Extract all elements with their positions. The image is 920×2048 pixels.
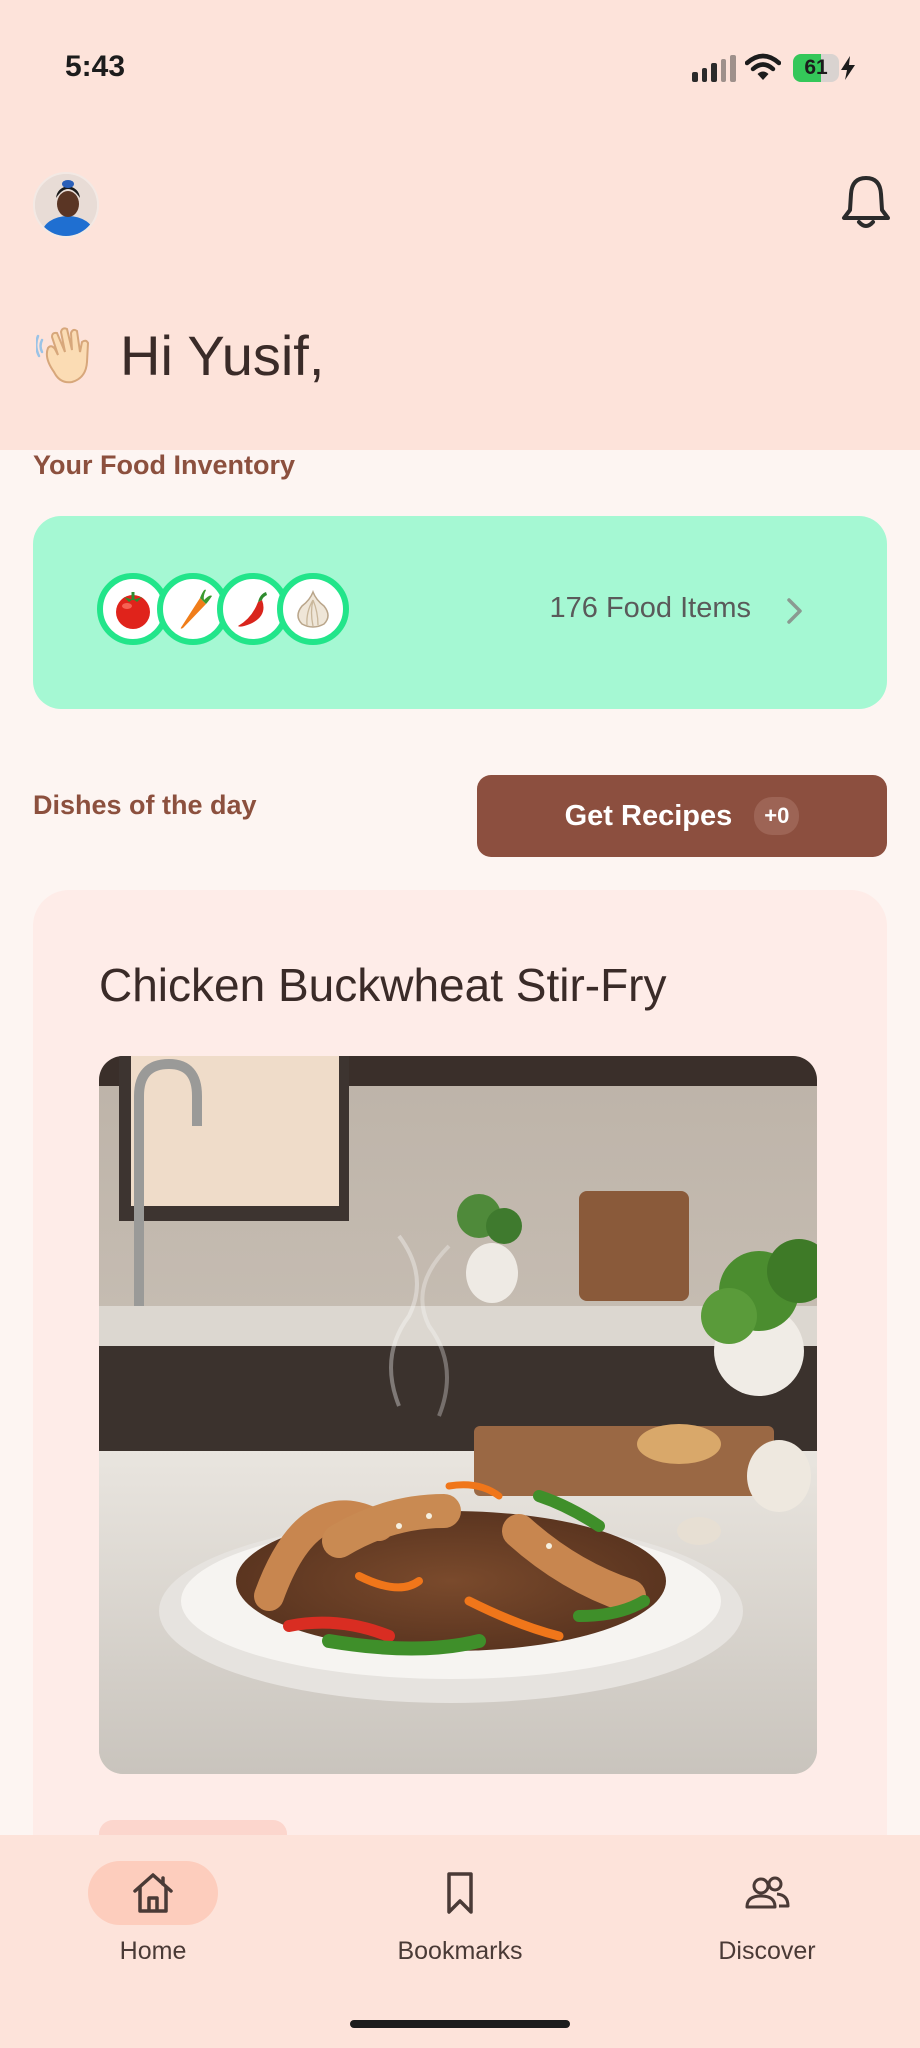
nav-label-discover: Discover <box>718 1937 816 1965</box>
chevron-right-icon <box>787 598 802 624</box>
dish-title: Chicken Buckwheat Stir-Fry <box>99 959 667 1011</box>
waving-hand-icon <box>36 327 90 384</box>
people-icon <box>745 1876 790 1909</box>
dishes-section-label: Dishes of the day <box>33 790 257 820</box>
nav-home-active-pill <box>88 1861 218 1925</box>
greeting-text: Hi Yusif, <box>120 323 325 387</box>
get-recipes-button[interactable]: Get Recipes +0 <box>477 775 887 857</box>
cellular-signal-icon <box>692 54 736 82</box>
inventory-section-label: Your Food Inventory <box>33 450 295 480</box>
stir-fry-photo <box>99 1056 817 1774</box>
battery-percent: 61 <box>804 56 828 79</box>
nav-bookmarks-icon-wrap <box>395 1861 525 1925</box>
get-recipes-count-badge: +0 <box>754 797 800 835</box>
wifi-icon <box>745 53 781 80</box>
avatar[interactable] <box>33 172 99 238</box>
nav-discover-icon-wrap <box>702 1861 832 1925</box>
nav-label-bookmarks: Bookmarks <box>397 1937 523 1965</box>
charging-bolt-icon <box>841 56 855 80</box>
header: 5:43 61 Hi Yusif, <box>0 0 920 450</box>
user-avatar-icon <box>35 174 97 236</box>
nav-label-home: Home <box>119 1937 187 1965</box>
battery-indicator: 61 <box>793 54 839 82</box>
garlic-icon <box>277 573 349 645</box>
bookmark-icon <box>447 1872 473 1914</box>
home-icon <box>133 1873 173 1913</box>
food-inventory-card[interactable]: 176 Food Items <box>33 516 887 709</box>
status-time: 5:43 <box>65 50 126 83</box>
nav-item-home[interactable]: Home <box>38 1861 268 1966</box>
bell-icon[interactable] <box>838 172 894 232</box>
greeting: Hi Yusif, <box>36 322 324 388</box>
nav-item-discover[interactable]: Discover <box>652 1861 882 1966</box>
get-recipes-label: Get Recipes <box>564 799 733 832</box>
home-indicator[interactable] <box>350 2020 570 2028</box>
food-items-count: 176 Food Items <box>549 592 752 624</box>
nav-item-bookmarks[interactable]: Bookmarks <box>345 1861 575 1966</box>
bottom-nav: Home Bookmarks Discover <box>0 1835 920 2048</box>
dish-image[interactable] <box>99 1056 817 1774</box>
